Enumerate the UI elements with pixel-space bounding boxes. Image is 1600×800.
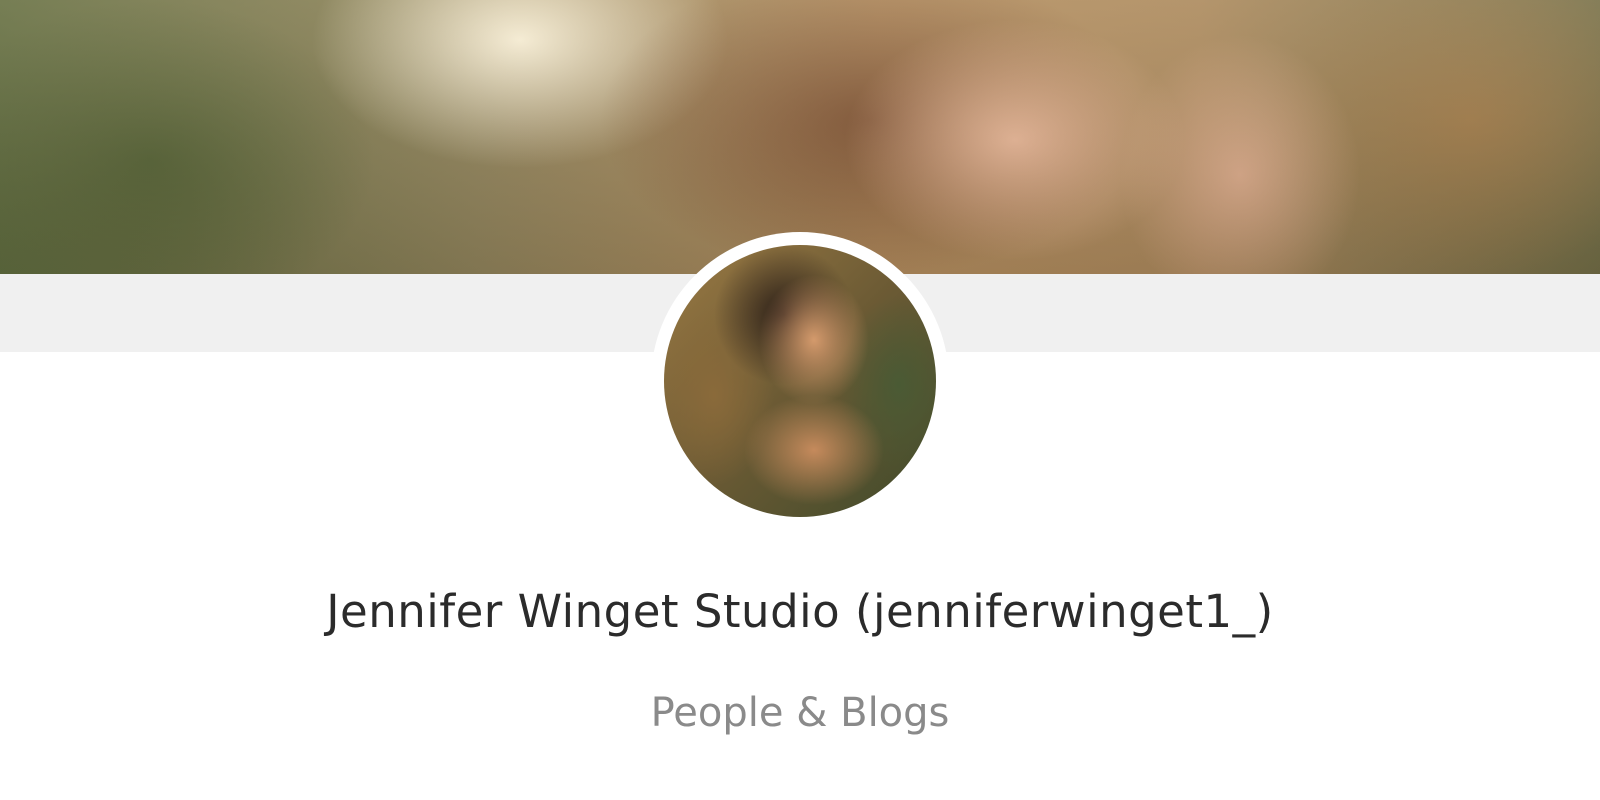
channel-title: Jennifer Winget Studio (jenniferwinget1_… <box>326 585 1274 638</box>
channel-profile-header: Jennifer Winget Studio (jenniferwinget1_… <box>0 0 1600 800</box>
avatar[interactable] <box>664 245 936 517</box>
channel-category[interactable]: People & Blogs <box>0 690 1600 736</box>
